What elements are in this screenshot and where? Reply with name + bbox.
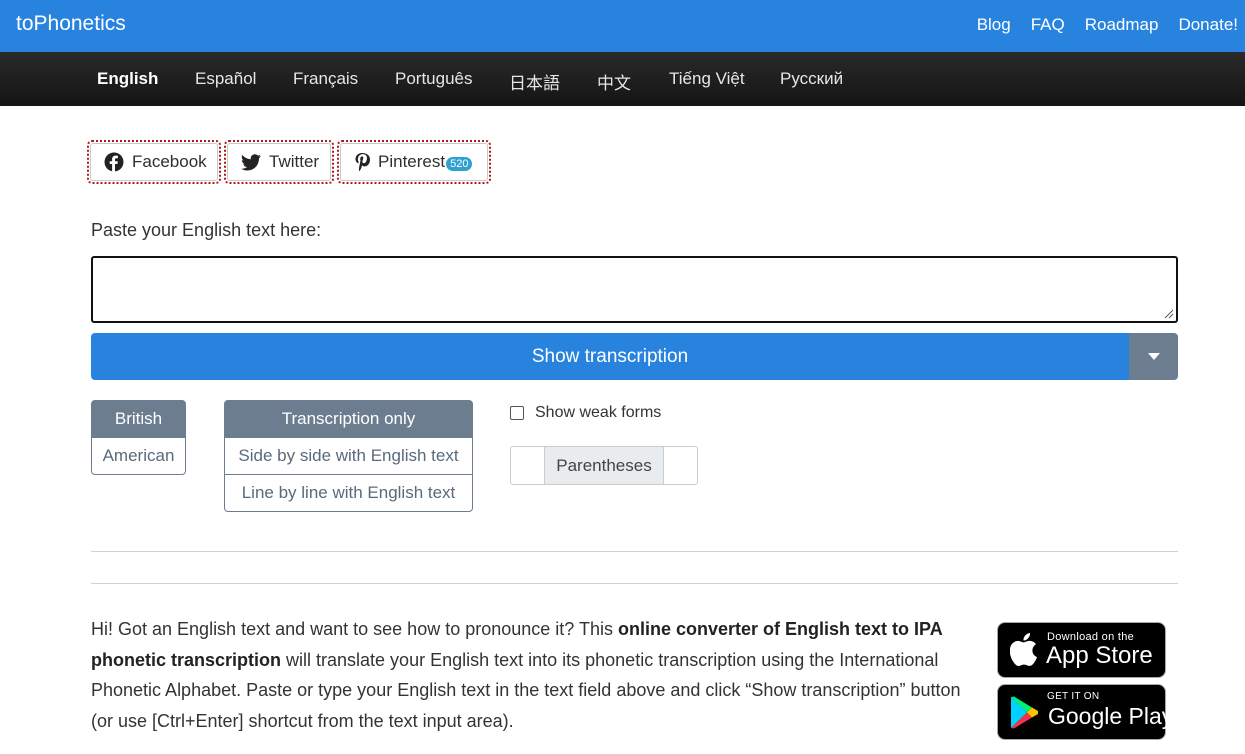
divider [91, 551, 1178, 552]
weak-forms-label[interactable]: Show weak forms [535, 404, 661, 422]
facebook-icon [104, 152, 124, 172]
google-play-big-text: Google Play [1048, 703, 1174, 729]
pinterest-icon [355, 153, 370, 172]
bracket-right-option[interactable] [663, 446, 698, 485]
accent-option-british[interactable]: British [91, 400, 186, 438]
share-pinterest-label: Pinterest [378, 152, 446, 171]
share-twitter-button[interactable]: Twitter [224, 140, 334, 184]
google-play-icon [1011, 696, 1038, 729]
language-spanish[interactable]: Español [195, 69, 256, 89]
share-twitter-inner: Twitter [227, 143, 331, 181]
language-french[interactable]: Français [293, 69, 358, 89]
top-nav-links: Blog FAQ Roadmap Donate! [977, 15, 1238, 35]
share-pinterest-inner: Pinterest 520 [340, 143, 488, 181]
nav-link-donate[interactable]: Donate! [1178, 15, 1238, 35]
app-store-badge[interactable]: Download on the App Store [997, 622, 1166, 678]
nav-link-roadmap[interactable]: Roadmap [1085, 15, 1159, 35]
english-text-input[interactable] [91, 256, 1178, 323]
apple-icon [1010, 633, 1037, 666]
intro-description: Hi! Got an English text and want to see … [91, 614, 961, 736]
text-input-label: Paste your English text here: [91, 220, 322, 240]
output-option-side-by-side[interactable]: Side by side with English text [224, 437, 473, 475]
brand-logo[interactable]: toPhonetics [16, 12, 126, 36]
bracket-left-option[interactable] [510, 446, 545, 485]
resize-grip-icon[interactable] [1164, 309, 1174, 319]
app-store-big-text: App Store [1046, 642, 1153, 669]
nav-link-blog[interactable]: Blog [977, 15, 1011, 35]
output-option-transcription-only[interactable]: Transcription only [224, 400, 473, 438]
caret-down-icon [1147, 353, 1160, 360]
divider [91, 583, 1178, 584]
show-transcription-button[interactable]: Show transcription [91, 333, 1129, 380]
language-chinese[interactable]: 中文 [597, 69, 631, 94]
share-facebook-inner: Facebook [90, 143, 218, 181]
twitter-icon [241, 153, 261, 170]
google-play-small-text: GET IT ON [1047, 691, 1100, 702]
language-bar: English Español Français Português 日本語 中… [0, 52, 1245, 106]
bracket-parentheses-option[interactable]: Parentheses [544, 446, 664, 485]
accent-option-american[interactable]: American [91, 437, 186, 475]
share-facebook-button[interactable]: Facebook [87, 140, 221, 184]
pinterest-count-badge: 520 [446, 157, 473, 171]
share-pinterest-button[interactable]: Pinterest 520 [337, 140, 491, 184]
output-option-line-by-line[interactable]: Line by line with English text [224, 474, 473, 512]
language-japanese[interactable]: 日本語 [509, 69, 560, 94]
weak-forms-checkbox[interactable] [510, 406, 524, 420]
share-facebook-label: Facebook [132, 152, 207, 171]
top-navbar: toPhonetics Blog FAQ Roadmap Donate! [0, 0, 1245, 52]
nav-link-faq[interactable]: FAQ [1031, 15, 1065, 35]
language-russian[interactable]: Русский [780, 69, 843, 89]
google-play-badge[interactable]: GET IT ON Google Play [997, 684, 1173, 740]
language-vietnamese[interactable]: Tiếng Việt [669, 69, 745, 89]
language-portuguese[interactable]: Português [395, 69, 473, 89]
share-twitter-label: Twitter [269, 152, 320, 171]
show-transcription-dropdown[interactable] [1129, 333, 1178, 380]
language-english[interactable]: English [97, 69, 158, 89]
intro-text-part1: Hi! Got an English text and want to see … [91, 619, 618, 639]
